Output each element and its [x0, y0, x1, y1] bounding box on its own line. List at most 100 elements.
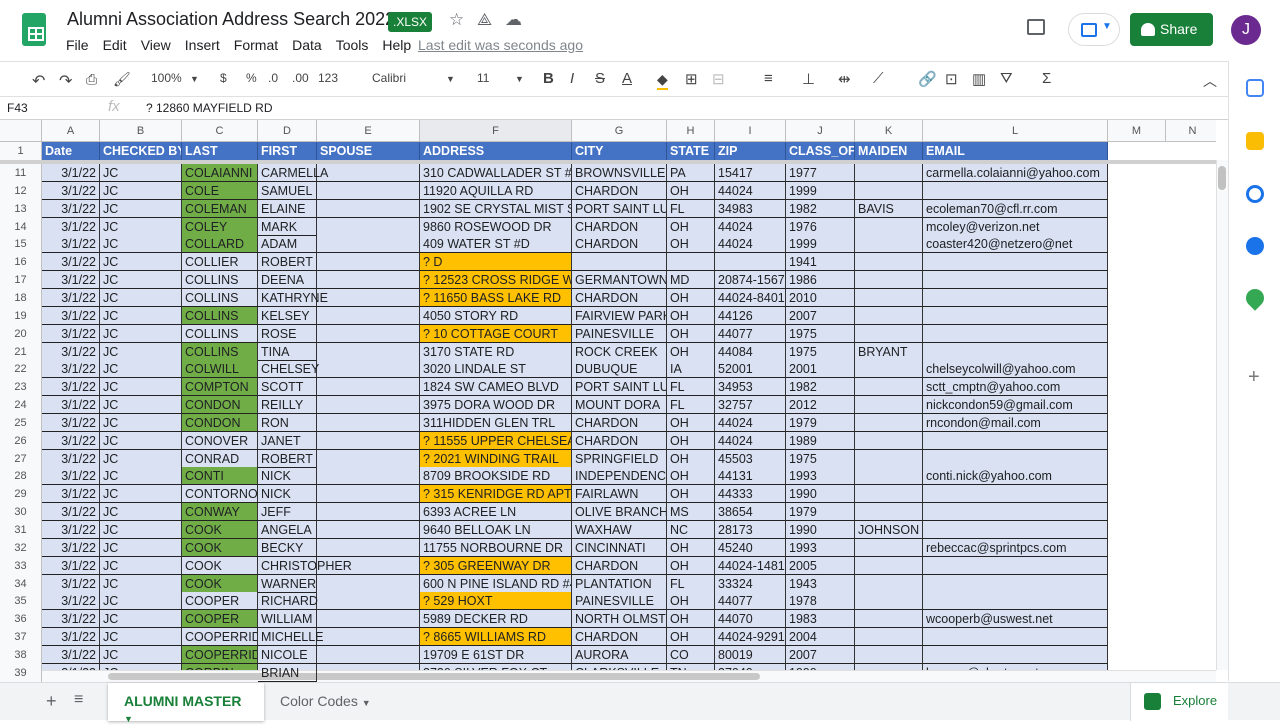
row-number[interactable]: 32 [0, 538, 42, 557]
move-to-drive-icon[interactable]: ⟁ [477, 10, 492, 30]
column-header-f[interactable]: F [420, 120, 572, 142]
row-number[interactable]: 14 [0, 217, 42, 236]
column-header-n[interactable]: N [1166, 120, 1216, 142]
cell-maiden[interactable] [855, 610, 923, 629]
cell-class-of[interactable]: 1983 [786, 610, 855, 629]
cell-address[interactable]: 311HIDDEN GLEN TRL [420, 413, 572, 432]
cell-state[interactable]: NC [667, 521, 715, 539]
cell-maiden[interactable] [855, 645, 923, 664]
cell-date[interactable]: 3/1/22 [42, 503, 100, 522]
cell-zip[interactable]: 44024-9291 [715, 628, 786, 647]
menu-edit[interactable]: Edit [103, 37, 127, 53]
cell-zip[interactable] [715, 253, 786, 272]
cell-state[interactable]: OH [667, 538, 715, 557]
cell-first[interactable]: MICHELLE [258, 628, 324, 647]
row-number[interactable]: 15 [0, 235, 42, 254]
cell-date[interactable]: 3/1/22 [42, 360, 100, 379]
row-number[interactable]: 36 [0, 610, 42, 629]
cell-state[interactable]: OH [667, 235, 715, 254]
cell-zip[interactable]: 33324 [715, 574, 786, 593]
cell-city[interactable]: FAIRVIEW PARK [572, 306, 667, 325]
cell-zip[interactable]: 44077 [715, 324, 786, 343]
cell-email[interactable]: mcoley@verizon.net [923, 217, 1108, 236]
cell-checked-by[interactable]: JC [100, 199, 182, 218]
cell-spouse[interactable] [317, 164, 420, 182]
cell-last[interactable]: COLLIER [182, 253, 258, 272]
cell-zip[interactable]: 44024 [715, 181, 786, 200]
cell-last[interactable]: CONTI [182, 467, 258, 486]
cell-date[interactable]: 3/1/22 [42, 217, 100, 236]
cell-city[interactable]: NORTH OLMSTED [572, 610, 667, 629]
cell-last[interactable]: COOPER [182, 592, 258, 611]
cell-address[interactable]: 11755 NORBOURNE DR [420, 538, 572, 557]
cell-first[interactable]: CARMELLA [258, 164, 328, 182]
cell-zip[interactable]: 44077 [715, 592, 786, 611]
cell-checked-by[interactable]: JC [100, 271, 182, 290]
maps-icon[interactable] [1242, 285, 1268, 311]
cell-last[interactable]: COOPERRIDER [182, 645, 258, 664]
cell-first[interactable]: KATHRYNE [258, 288, 328, 307]
cell-maiden[interactable]: BRYANT [855, 342, 923, 361]
cell-address[interactable]: 409 WATER ST #D [420, 235, 572, 254]
cell-date[interactable]: 3/1/22 [42, 271, 100, 290]
cell-class-of[interactable]: 1979 [786, 413, 855, 432]
cell-first[interactable]: ELAINE [258, 199, 317, 218]
menu-insert[interactable]: Insert [185, 37, 220, 53]
cell-city[interactable]: GERMANTOWN [572, 271, 667, 290]
cell-class-of[interactable]: 2007 [786, 306, 855, 325]
cell-state[interactable]: OH [667, 324, 715, 343]
cell-email[interactable]: wcooperb@uswest.net [923, 610, 1108, 629]
cell-state[interactable] [667, 253, 715, 272]
cell-address[interactable]: 4050 STORY RD [420, 306, 572, 325]
cell-address[interactable]: 8709 BROOKSIDE RD [420, 467, 572, 486]
cell-zip[interactable]: 44024 [715, 431, 786, 450]
cell-last[interactable]: COOK [182, 521, 258, 539]
cell-city[interactable]: PORT SAINT LUCIE [572, 199, 667, 218]
cell-address[interactable]: 5989 DECKER RD [420, 610, 572, 629]
cell-date[interactable]: 3/1/22 [42, 467, 100, 486]
row-number[interactable]: 34 [0, 574, 42, 593]
cell-checked-by[interactable]: JC [100, 324, 182, 343]
cell-class-of[interactable]: 1943 [786, 574, 855, 593]
text-color-icon[interactable]: A [622, 70, 632, 87]
cell-first[interactable]: ROBERT [258, 253, 317, 272]
header-date[interactable]: Date [42, 142, 100, 160]
cell-state[interactable]: PA [667, 164, 715, 182]
cell-address[interactable]: ? 529 HOXT [420, 592, 572, 611]
cell-date[interactable]: 3/1/22 [42, 342, 100, 361]
cell-first[interactable]: ANGELA [258, 521, 317, 539]
cell-state[interactable]: OH [667, 467, 715, 486]
cell-city[interactable] [572, 253, 667, 272]
cell-email[interactable] [923, 342, 1108, 361]
cell-spouse[interactable] [317, 235, 420, 254]
cell-first[interactable]: ADAM [258, 235, 317, 254]
cell-spouse[interactable] [317, 306, 420, 325]
column-header-m[interactable]: M [1108, 120, 1166, 142]
cell-spouse[interactable] [317, 288, 420, 307]
header-first[interactable]: FIRST [258, 142, 317, 160]
cell-email[interactable] [923, 449, 1108, 468]
cell-checked-by[interactable]: JC [100, 574, 182, 593]
header-city[interactable]: CITY [572, 142, 667, 160]
cell-maiden[interactable] [855, 503, 923, 522]
cell-last[interactable]: COLEMAN [182, 199, 258, 218]
cell-first[interactable]: REILLY [258, 396, 317, 415]
cell-zip[interactable]: 80019 [715, 645, 786, 664]
cell-checked-by[interactable]: JC [100, 467, 182, 486]
cell-maiden[interactable] [855, 253, 923, 272]
cell-spouse[interactable] [317, 199, 420, 218]
tab-color-codes[interactable]: Color Codes ▼ [264, 683, 387, 721]
column-header-b[interactable]: B [100, 120, 182, 142]
cell-class-of[interactable]: 1989 [786, 431, 855, 450]
cell-address[interactable]: ? 315 KENRIDGE RD APT 5 [420, 485, 572, 504]
cell-checked-by[interactable]: JC [100, 217, 182, 236]
cell-maiden[interactable] [855, 431, 923, 450]
cell-zip[interactable]: 44024 [715, 413, 786, 432]
cell-class-of[interactable]: 1978 [786, 592, 855, 611]
row-number[interactable]: 1 [0, 142, 42, 160]
row-number[interactable]: 12 [0, 181, 42, 200]
cell-class-of[interactable]: 1982 [786, 378, 855, 397]
cell-spouse[interactable] [317, 538, 420, 557]
cell-first[interactable]: SAMUEL [258, 181, 317, 200]
cell-zip[interactable]: 20874-1567 [715, 271, 786, 290]
